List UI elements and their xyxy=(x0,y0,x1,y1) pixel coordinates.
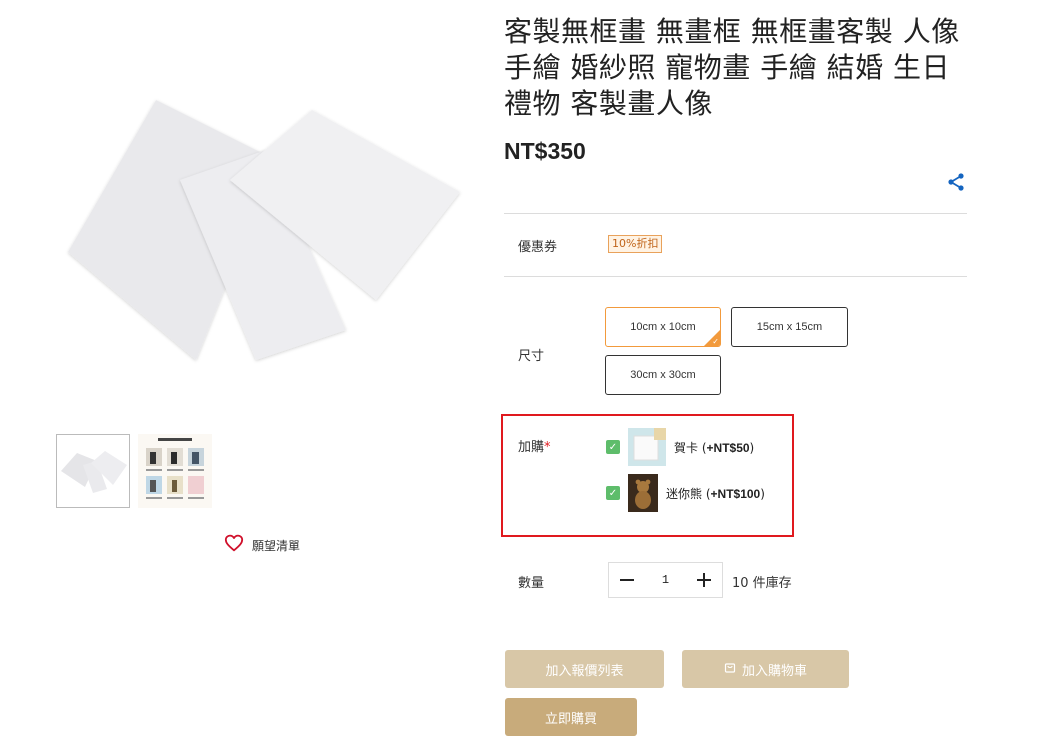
stock-count: 10 件庫存 xyxy=(732,576,792,591)
heart-outline-icon xyxy=(224,534,244,556)
required-mark: * xyxy=(544,440,551,455)
size-option-label: 30cm x 30cm xyxy=(630,369,696,381)
thumbnail-1[interactable] xyxy=(56,434,130,508)
addon-item-label: 賀卡 (+NT$50) xyxy=(674,440,755,455)
size-option-label: 10cm x 10cm xyxy=(630,321,696,333)
share-icon[interactable] xyxy=(946,172,966,192)
mini-bear-image xyxy=(628,474,658,512)
coupon-label: 優惠券 xyxy=(518,240,558,255)
wishlist-label: 願望清單 xyxy=(252,538,301,553)
buy-now-button[interactable]: 立即購買 xyxy=(505,698,637,736)
greeting-card-image xyxy=(628,428,666,466)
size-option-30cm[interactable]: 30cm x 30cm xyxy=(605,355,721,395)
shopping-bag-icon xyxy=(724,661,736,677)
add-to-quote-label: 加入報價列表 xyxy=(545,663,624,679)
addon-name: 迷你熊 xyxy=(666,486,703,501)
product-main-image[interactable] xyxy=(56,80,476,380)
addon-price: +NT$50 xyxy=(706,440,750,455)
add-to-quote-button[interactable]: 加入報價列表 xyxy=(505,650,664,688)
product-title: 客製無框畫 無畫框 無框畫客製 人像手繪 婚紗照 寵物畫 手繪 結婚 生日禮物 … xyxy=(504,15,960,120)
divider xyxy=(504,276,967,277)
size-option-15cm[interactable]: 15cm x 15cm xyxy=(731,307,848,347)
size-label: 尺寸 xyxy=(518,349,545,364)
quantity-value[interactable]: 1 xyxy=(662,573,669,587)
addon-item-label: 迷你熊 (+NT$100) xyxy=(666,486,765,501)
addon-label-text: 加購 xyxy=(518,440,545,455)
check-icon: ✓ xyxy=(712,337,719,346)
quantity-label: 數量 xyxy=(518,576,545,591)
product-price: NT$350 xyxy=(504,138,586,164)
addon-label: 加購* xyxy=(518,436,551,455)
add-to-cart-button[interactable]: 加入購物車 xyxy=(682,650,849,688)
addon-name: 賀卡 xyxy=(674,440,699,455)
addon-item-bear[interactable]: ✓ 迷你熊 (+NT$100) xyxy=(606,474,765,512)
thumbnail-2[interactable] xyxy=(138,434,212,508)
size-option-label: 15cm x 15cm xyxy=(756,321,823,333)
addon-price: +NT$100 xyxy=(710,486,761,501)
checkbox-checked-icon[interactable]: ✓ xyxy=(606,440,620,454)
quantity-stepper: 1 xyxy=(608,562,723,598)
addon-item-card[interactable]: ✓ 賀卡 (+NT$50) xyxy=(606,428,754,466)
wishlist-button[interactable]: 願望清單 xyxy=(224,534,300,556)
add-to-cart-label: 加入購物車 xyxy=(741,663,807,679)
size-option-10cm[interactable]: 10cm x 10cm ✓ xyxy=(605,307,721,347)
buy-now-label: 立即購買 xyxy=(544,711,597,727)
coupon-badge[interactable]: 10%折扣 xyxy=(608,235,663,253)
thumbnail-list xyxy=(56,434,212,508)
checkbox-checked-icon[interactable]: ✓ xyxy=(606,486,620,500)
plus-icon[interactable] xyxy=(692,568,716,592)
divider xyxy=(504,213,967,214)
minus-icon[interactable] xyxy=(615,568,639,592)
